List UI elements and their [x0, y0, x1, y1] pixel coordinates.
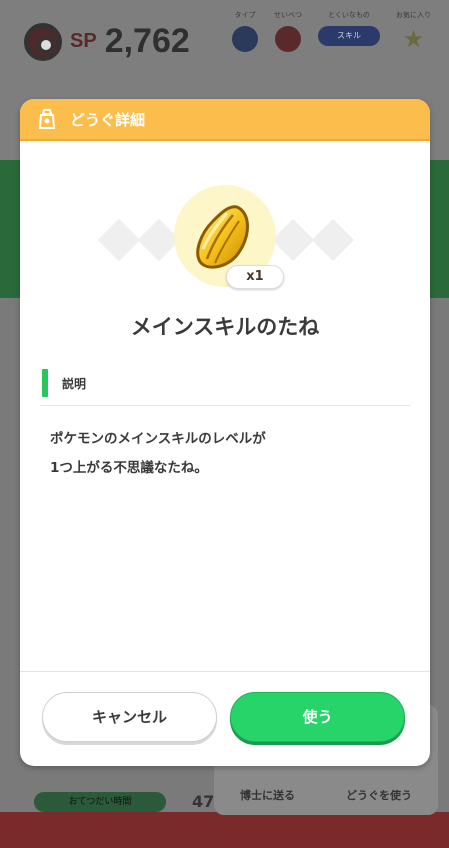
filter-gender-label: せいべつ: [274, 11, 302, 19]
divider: [40, 405, 410, 406]
filter-favorite-label: お気に入り: [396, 11, 431, 19]
send-to-professor-label: 博士に送る: [240, 789, 295, 802]
gender-icon: [275, 26, 301, 52]
description-line: 1つ上がる不思議なたね。: [50, 460, 208, 476]
sp-counter: SP 2,762: [24, 22, 190, 61]
filter-favorite: お気に入り ★: [396, 10, 431, 52]
item-name: メインスキルのたね: [130, 315, 320, 339]
decor-diamond: [271, 218, 315, 262]
help-time-label: おてつだい時間: [34, 792, 166, 812]
pokeball-icon: [24, 22, 62, 61]
star-icon: ★: [402, 25, 425, 53]
sp-value: 2,762: [104, 22, 190, 60]
water-drop-icon: [232, 26, 258, 52]
use-item-label: どうぐを使う: [346, 789, 412, 802]
bag-icon: [38, 109, 56, 129]
filter-type-label: タイプ: [234, 11, 256, 19]
description-section-header: 説明: [42, 369, 86, 397]
dialog-header: どうぐ詳細: [20, 99, 430, 141]
filter-type: タイプ: [232, 10, 258, 52]
decor-diamond: [311, 218, 355, 262]
dialog-title: どうぐ詳細: [70, 110, 146, 129]
item-detail-dialog: どうぐ詳細 x1 メインスキルのたね 説明 ポケモンのメインスキルのレベルが 1…: [20, 99, 430, 766]
item-quantity: x1: [226, 265, 284, 289]
section-label: 説明: [62, 376, 87, 391]
decor-diamond: [97, 218, 141, 262]
description-line: ポケモンのメインスキルのレベルが: [50, 431, 266, 447]
filter-specialty-label: とくいなもの: [328, 11, 370, 19]
help-time-value: 47: [192, 792, 215, 811]
filter-specialty: とくいなもの スキル: [318, 10, 380, 52]
filter-specialty-value: スキル: [318, 26, 380, 46]
sp-label: SP: [70, 30, 97, 52]
seed-icon: [196, 205, 249, 269]
filter-gender: せいべつ: [274, 10, 302, 52]
section-accent-bar: [42, 369, 48, 397]
item-description: ポケモンのメインスキルのレベルが 1つ上がる不思議なたね。: [50, 425, 266, 483]
filter-bar: タイプ せいべつ とくいなもの スキル お気に入り ★: [232, 10, 431, 52]
background-footer: [0, 812, 449, 848]
divider: [20, 671, 430, 672]
use-button[interactable]: 使う: [230, 692, 405, 742]
cancel-button[interactable]: キャンセル: [42, 692, 217, 742]
item-display: x1: [20, 141, 430, 291]
